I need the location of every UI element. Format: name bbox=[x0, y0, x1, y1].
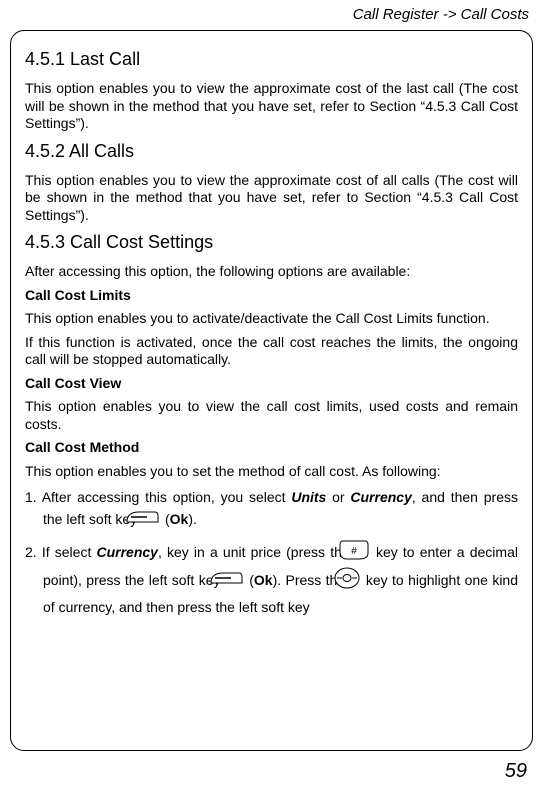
para-method-1: This option enables you to set the metho… bbox=[25, 463, 518, 481]
nav-key-icon bbox=[352, 567, 360, 595]
emph-currency: Currency bbox=[350, 489, 411, 505]
text: or bbox=[326, 489, 350, 505]
emph-currency: Currency bbox=[96, 544, 157, 560]
para-4-5-2-body: This option enables you to view the appr… bbox=[25, 172, 518, 225]
svg-text:#: # bbox=[351, 546, 357, 557]
para-4-5-3-intro: After accessing this option, the followi… bbox=[25, 263, 518, 281]
left-soft-key-icon bbox=[143, 508, 159, 532]
subhead-call-cost-limits: Call Cost Limits bbox=[25, 287, 518, 305]
step-2: 2. If select Currency, key in a unit pri… bbox=[25, 539, 518, 618]
page-number: 59 bbox=[505, 760, 527, 783]
text: , key in a unit price (press the bbox=[158, 544, 355, 560]
heading-4-5-3: 4.5.3 Call Cost Settings bbox=[25, 232, 518, 253]
emph-units: Units bbox=[291, 489, 326, 505]
para-4-5-1-body: This option enables you to view the appr… bbox=[25, 80, 518, 133]
subhead-call-cost-method: Call Cost Method bbox=[25, 439, 518, 457]
left-soft-key-icon bbox=[227, 569, 243, 593]
breadcrumb: Call Register -> Call Costs bbox=[353, 6, 529, 23]
para-view-1: This option enables you to view the call… bbox=[25, 398, 518, 433]
page-frame: 4.5.1 Last Call This option enables you … bbox=[10, 30, 533, 751]
emph-ok: Ok bbox=[170, 511, 189, 527]
para-limits-2: If this function is activated, once the … bbox=[25, 334, 518, 369]
hash-key-icon: # bbox=[357, 539, 369, 567]
text: ). bbox=[188, 511, 197, 527]
heading-4-5-1: 4.5.1 Last Call bbox=[25, 49, 518, 70]
para-limits-1: This option enables you to activate/deac… bbox=[25, 310, 518, 328]
step-1: 1. After accessing this option, you sele… bbox=[25, 486, 518, 533]
text: 2. If select bbox=[25, 544, 96, 560]
emph-ok: Ok bbox=[254, 572, 273, 588]
text: 1. After accessing this option, you sele… bbox=[25, 489, 291, 505]
subhead-call-cost-view: Call Cost View bbox=[25, 375, 518, 393]
heading-4-5-2: 4.5.2 All Calls bbox=[25, 141, 518, 162]
